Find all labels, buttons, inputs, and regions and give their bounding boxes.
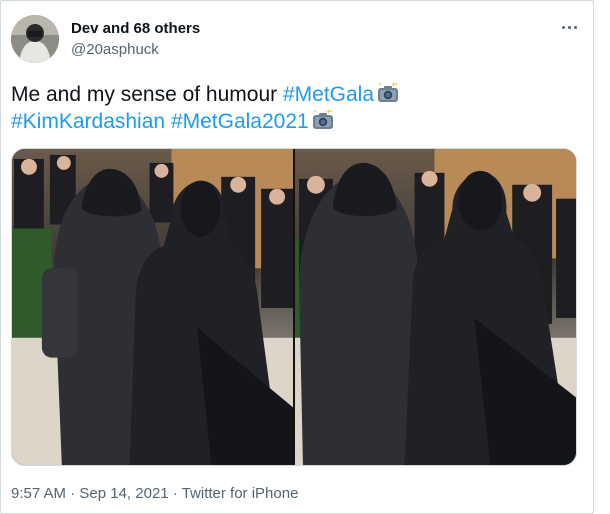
media-photo-right[interactable] bbox=[295, 149, 576, 465]
user-handle[interactable]: @20asphuck bbox=[71, 40, 200, 59]
more-dot-icon bbox=[567, 25, 571, 29]
tweet-date[interactable]: Sep 14, 2021 bbox=[79, 485, 168, 502]
tweet-text-plain: Me and my sense of humour bbox=[11, 83, 283, 106]
more-options-button[interactable] bbox=[555, 17, 583, 37]
more-dot-icon bbox=[561, 25, 565, 29]
separator: · bbox=[66, 485, 80, 502]
hashtag-link[interactable]: #MetGala bbox=[283, 83, 374, 106]
tweet-source-link[interactable]: Twitter for iPhone bbox=[182, 485, 299, 502]
tweet-metadata: 9:57 AM · Sep 14, 2021 · Twitter for iPh… bbox=[11, 485, 298, 502]
display-name[interactable]: Dev and 68 others bbox=[71, 19, 200, 38]
hashtag-link[interactable]: #KimKardashian bbox=[11, 110, 165, 133]
separator: · bbox=[168, 485, 182, 502]
photo-metgala-right-image bbox=[295, 149, 576, 465]
more-dot-icon bbox=[573, 25, 577, 29]
media-grid bbox=[11, 148, 577, 466]
tweet-time[interactable]: 9:57 AM bbox=[11, 485, 66, 502]
avatar[interactable] bbox=[11, 15, 59, 63]
hashtag-link[interactable]: #MetGala2021 bbox=[171, 110, 309, 133]
tweet-card: Dev and 68 others @20asphuck Me and my s… bbox=[0, 0, 594, 514]
media-photo-left[interactable] bbox=[12, 149, 293, 465]
camera-with-flash-icon bbox=[378, 82, 399, 102]
user-meta: Dev and 68 others @20asphuck bbox=[71, 19, 200, 59]
photo-metgala-left-image bbox=[12, 149, 293, 465]
tweet-text: Me and my sense of humour #MetGala #KimK… bbox=[11, 81, 581, 135]
camera-with-flash-icon bbox=[312, 109, 333, 129]
avatar-image bbox=[11, 15, 59, 63]
